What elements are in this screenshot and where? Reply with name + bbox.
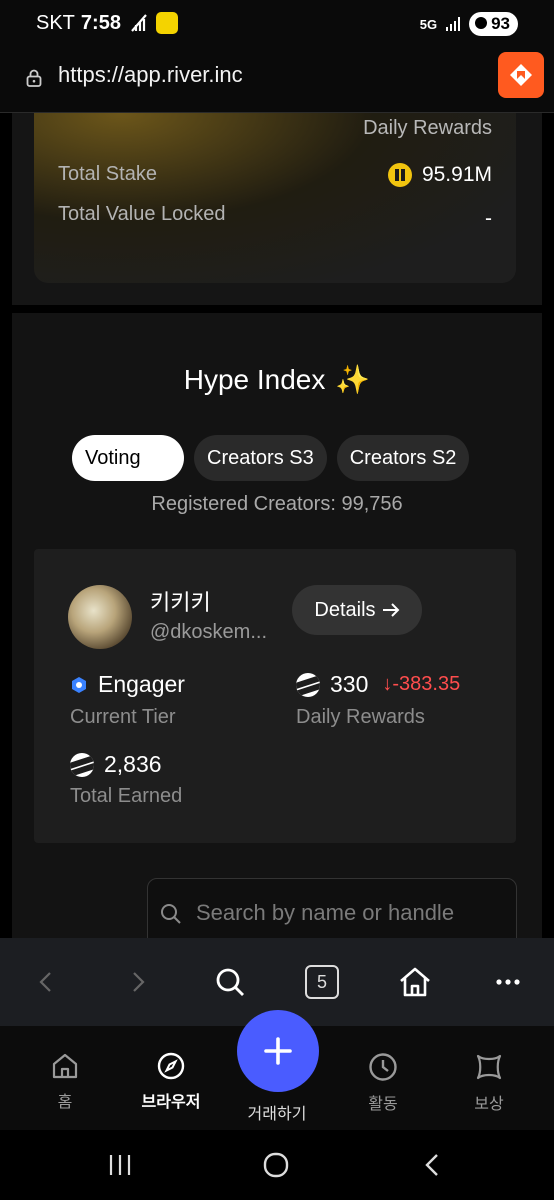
more-horizontal-icon <box>496 979 520 985</box>
hype-index-title: Hype Index <box>183 364 326 395</box>
river-token-icon <box>296 672 320 697</box>
tab-count: 5 <box>305 965 339 999</box>
page-content: Daily Rewards Total Stake 95.91M Total V… <box>0 113 554 939</box>
tvl-label: Total Value Locked <box>58 203 226 225</box>
plus-icon <box>264 1037 292 1065</box>
home-icon <box>52 1053 78 1079</box>
trade-button[interactable] <box>237 1010 319 1092</box>
back-button[interactable] <box>24 960 68 1004</box>
address-bar[interactable]: https://app.river.inc <box>0 48 554 113</box>
circle-home-icon <box>263 1152 289 1178</box>
nav-browser[interactable]: 브라우저 <box>126 1052 216 1112</box>
nav-rewards[interactable]: 보상 <box>444 1052 534 1114</box>
system-nav-bar <box>0 1130 554 1200</box>
recent-apps-icon <box>109 1155 131 1175</box>
tier-caption: Current Tier <box>70 706 176 728</box>
coin-icon <box>387 163 412 187</box>
hexagon-icon <box>72 676 86 693</box>
details-label: Details <box>314 598 376 621</box>
back-chevron-icon <box>425 1154 438 1176</box>
url-text[interactable]: https://app.river.inc <box>58 62 243 88</box>
daily-rewards-amount: 330 <box>330 671 369 697</box>
notification-icons <box>130 12 178 34</box>
total-earned-value: 2,836 <box>70 751 162 778</box>
tvl-value: - <box>485 207 492 230</box>
search-button[interactable] <box>208 960 252 1004</box>
daily-rewards-value: 330 ↓-383.35 <box>296 671 460 698</box>
trade-label: 거래하기 <box>247 1106 307 1123</box>
total-earned-caption: Total Earned <box>70 785 183 807</box>
nav-activity-label: 활동 <box>368 1096 398 1113</box>
system-back-button[interactable] <box>412 1150 452 1180</box>
carrier: SKT <box>36 12 75 34</box>
status-right: 5G 93 <box>420 12 518 36</box>
cell-signal-icon <box>446 17 461 31</box>
search-icon <box>161 904 181 924</box>
avatar[interactable] <box>68 585 132 649</box>
lock-icon <box>26 69 42 87</box>
carrier-time: SKT 7:58 <box>36 12 121 35</box>
home-icon <box>400 967 430 997</box>
nav-browser-label: 브라우저 <box>141 1094 201 1111</box>
river-token-icon <box>70 752 94 777</box>
system-home-button[interactable] <box>256 1150 296 1180</box>
compass-icon <box>157 1052 185 1080</box>
forward-button[interactable] <box>116 960 160 1004</box>
total-earned-amount: 2,836 <box>104 751 162 777</box>
nav-home[interactable]: 홈 <box>20 1052 110 1112</box>
chevron-right-icon <box>133 972 145 992</box>
tier-value: Engager <box>70 671 185 698</box>
total-stake-value: 95.91M <box>387 163 492 187</box>
tab-creators-s3[interactable]: Creators S3 <box>194 435 327 481</box>
creator-name: 키키키 <box>150 590 211 615</box>
details-button[interactable]: Details <box>292 585 422 635</box>
search-box[interactable] <box>147 878 517 939</box>
tab-creators-s2[interactable]: Creators S2 <box>336 435 470 481</box>
bottom-nav: 홈 브라우저 거래하기 활동 보상 <box>0 1010 554 1130</box>
battery-indicator: 93 <box>469 12 518 36</box>
total-stake-amount: 95.91M <box>421 163 492 186</box>
clock-icon <box>369 1053 397 1081</box>
stake-card: Daily Rewards Total Stake 95.91M Total V… <box>34 113 516 283</box>
river-app-button[interactable] <box>498 52 544 98</box>
tabs-button[interactable]: 5 <box>300 960 344 1004</box>
nav-home-label: 홈 <box>57 1094 73 1111</box>
app-notification-icon <box>156 12 178 34</box>
home-button[interactable] <box>393 960 437 1004</box>
search-icon <box>216 968 244 996</box>
signal-boost-icon <box>131 14 147 32</box>
hype-index-heading: Hype Index ✨ <box>12 363 542 396</box>
status-bar: SKT 7:58 5G 93 <box>0 0 554 48</box>
total-stake-label: Total Stake <box>58 163 157 185</box>
river-logo-icon <box>510 64 532 86</box>
rewards-icon <box>476 1054 502 1080</box>
clock: 7:58 <box>80 12 121 34</box>
registered-creators-count: Registered Creators: 99,756 <box>151 493 403 515</box>
creator-card: 키키키 @dkoskem... Details Engager Current … <box>34 549 516 843</box>
stake-panel: Daily Rewards Total Stake 95.91M Total V… <box>12 113 542 305</box>
more-button[interactable] <box>486 960 530 1004</box>
daily-rewards-delta: ↓-383.35 <box>382 673 461 695</box>
hype-index-panel: Hype Index ✨ Voting Creators S3 Creators … <box>12 313 542 939</box>
daily-rewards-caption: Daily Rewards <box>363 117 492 139</box>
daily-rewards-caption: Daily Rewards <box>296 706 425 728</box>
nav-rewards-label: 보상 <box>474 1096 504 1113</box>
delta-value: -383.35 <box>392 673 461 695</box>
arrow-right-icon <box>382 603 399 617</box>
recent-apps-button[interactable] <box>100 1150 140 1180</box>
tab-voting[interactable]: Voting <box>72 435 184 481</box>
hype-tabs: Voting Creators S3 Creators S2 <box>72 435 470 481</box>
search-input[interactable] <box>194 899 508 927</box>
creator-handle: @dkoskem... <box>150 621 268 643</box>
network-label: 5G <box>419 16 438 32</box>
chevron-left-icon <box>39 972 51 992</box>
tier-name: Engager <box>98 671 185 697</box>
nav-activity[interactable]: 활동 <box>338 1052 428 1114</box>
sparkle-icon: ✨ <box>335 364 371 395</box>
